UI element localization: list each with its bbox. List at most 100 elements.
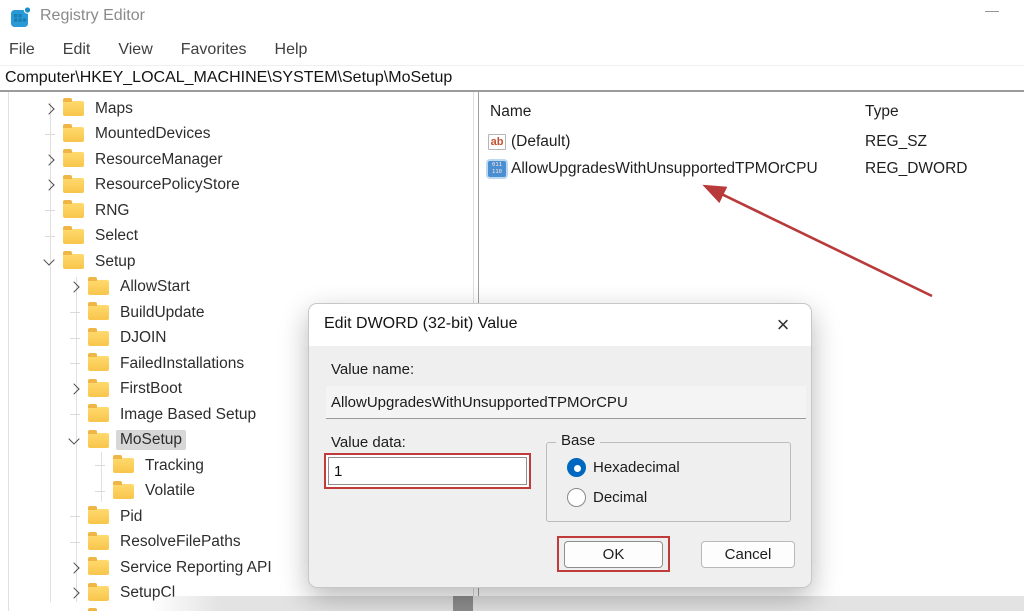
cancel-button[interactable]: Cancel bbox=[701, 541, 795, 568]
close-icon[interactable]: × bbox=[769, 311, 797, 339]
tree-item-maps[interactable]: Maps bbox=[0, 96, 479, 122]
folder-icon bbox=[88, 535, 109, 550]
value-type: REG_SZ bbox=[865, 133, 927, 151]
folder-icon bbox=[63, 229, 84, 244]
tree-connector-line bbox=[45, 210, 55, 211]
tree-item-setup[interactable]: Setup bbox=[0, 249, 479, 275]
folder-icon bbox=[63, 254, 84, 269]
tree-connector-line bbox=[45, 236, 55, 237]
radio-label: Hexadecimal bbox=[593, 459, 680, 476]
tree-item-label[interactable]: RNG bbox=[91, 201, 133, 221]
value-name-label: Value name: bbox=[331, 361, 414, 378]
horizontal-scrollbar[interactable] bbox=[150, 596, 1024, 611]
tree-item-label[interactable]: AllowStart bbox=[116, 277, 194, 297]
radio-hexadecimal-selected[interactable] bbox=[567, 458, 586, 477]
folder-icon bbox=[88, 560, 109, 575]
menu-item-favorites[interactable]: Favorites bbox=[167, 34, 261, 65]
tree-item-label[interactable]: DJOIN bbox=[116, 328, 171, 348]
chevron-right-icon[interactable] bbox=[68, 588, 79, 599]
tree-item-label[interactable]: ResourceManager bbox=[91, 150, 227, 170]
folder-icon bbox=[88, 305, 109, 320]
folder-icon bbox=[88, 433, 109, 448]
chevron-right-icon[interactable] bbox=[68, 282, 79, 293]
value-data-highlight bbox=[324, 453, 531, 489]
dialog-title: Edit DWORD (32-bit) Value bbox=[324, 315, 518, 333]
tree-connector-line bbox=[95, 491, 105, 492]
tree-item-label[interactable]: BuildUpdate bbox=[116, 303, 208, 323]
ok-button-highlight: OK bbox=[557, 536, 670, 572]
string-value-icon: ab bbox=[488, 134, 506, 150]
chevron-down-icon[interactable] bbox=[68, 433, 79, 444]
folder-icon bbox=[63, 101, 84, 116]
chevron-down-icon[interactable] bbox=[43, 255, 54, 266]
base-option-decimal[interactable]: Decimal bbox=[567, 488, 647, 507]
column-header-name[interactable]: Name bbox=[490, 103, 531, 121]
value-data-input[interactable] bbox=[328, 457, 527, 485]
value-name-field: AllowUpgradesWithUnsupportedTPMOrCPU bbox=[326, 386, 806, 419]
folder-icon bbox=[88, 356, 109, 371]
column-header-type[interactable]: Type bbox=[865, 103, 899, 121]
title-bar: Registry Editor — bbox=[0, 0, 1024, 34]
tree-item-label[interactable]: ResolveFilePaths bbox=[116, 532, 245, 552]
tree-item-label[interactable]: Maps bbox=[91, 99, 137, 119]
tree-item-label[interactable]: Pid bbox=[116, 507, 146, 527]
tree-item-allowstart[interactable]: AllowStart bbox=[0, 275, 479, 301]
menu-item-view[interactable]: View bbox=[104, 34, 166, 65]
tree-item-rng[interactable]: RNG bbox=[0, 198, 479, 224]
tree-item-label[interactable]: FailedInstallations bbox=[116, 354, 248, 374]
window-title: Registry Editor bbox=[40, 7, 145, 25]
dialog-title-bar: Edit DWORD (32-bit) Value × bbox=[309, 304, 811, 346]
folder-icon bbox=[63, 127, 84, 142]
menu-item-file[interactable]: File bbox=[0, 34, 49, 65]
tree-item-label[interactable]: MountedDevices bbox=[91, 124, 214, 144]
tree-item-resourcepolicystore[interactable]: ResourcePolicyStore bbox=[0, 173, 479, 199]
tree-item-label[interactable]: ResourcePolicyStore bbox=[91, 175, 244, 195]
tree-connector-line bbox=[70, 414, 80, 415]
folder-icon bbox=[88, 509, 109, 524]
radio-decimal[interactable] bbox=[567, 488, 586, 507]
tree-item-label[interactable]: Tracking bbox=[141, 456, 208, 476]
chevron-right-icon[interactable] bbox=[68, 562, 79, 573]
tree-item-label[interactable]: Service Reporting API bbox=[116, 558, 276, 578]
tree-item-resourcemanager[interactable]: ResourceManager bbox=[0, 147, 479, 173]
minimize-button[interactable]: — bbox=[985, 2, 998, 18]
tree-item-label[interactable]: Image Based Setup bbox=[116, 405, 260, 425]
base-group-label: Base bbox=[556, 432, 600, 449]
tree-item-label[interactable]: MoSetup bbox=[116, 430, 186, 450]
value-type: REG_DWORD bbox=[865, 160, 967, 178]
tree-connector-line bbox=[45, 134, 55, 135]
tree-item-select[interactable]: Select bbox=[0, 224, 479, 250]
chevron-right-icon[interactable] bbox=[43, 103, 54, 114]
ok-button[interactable]: OK bbox=[564, 541, 663, 568]
value-name: AllowUpgradesWithUnsupportedTPMOrCPU bbox=[511, 160, 818, 178]
tree-item-mounteddevices[interactable]: MountedDevices bbox=[0, 122, 479, 148]
values-list: ab(Default)REG_SZ011 110AllowUpgradesWit… bbox=[480, 128, 1024, 182]
chevron-right-icon[interactable] bbox=[68, 384, 79, 395]
menu-item-edit[interactable]: Edit bbox=[49, 34, 105, 65]
tree-item-label[interactable]: Setup bbox=[91, 252, 140, 272]
tree-item-label[interactable]: FirstBoot bbox=[116, 379, 186, 399]
menu-item-help[interactable]: Help bbox=[261, 34, 322, 65]
chevron-right-icon[interactable] bbox=[43, 154, 54, 165]
folder-icon bbox=[63, 152, 84, 167]
registry-editor-window: Registry Editor — FileEditViewFavoritesH… bbox=[0, 0, 1024, 611]
scrollbar-thumb[interactable] bbox=[453, 596, 473, 611]
edit-dword-dialog: Edit DWORD (32-bit) Value × Value name: … bbox=[308, 303, 812, 588]
base-option-hexadecimal[interactable]: Hexadecimal bbox=[567, 458, 680, 477]
tree-item-label[interactable]: Volatile bbox=[141, 481, 199, 501]
values-header: Name Type bbox=[480, 100, 1024, 126]
folder-icon bbox=[88, 407, 109, 422]
tree-item-label[interactable]: Select bbox=[91, 226, 142, 246]
value-data-label: Value data: bbox=[331, 434, 406, 451]
value-row-allowupgradeswithunsupportedtpmorcpu[interactable]: 011 110AllowUpgradesWithUnsupportedTPMOr… bbox=[480, 155, 1024, 182]
folder-icon bbox=[88, 331, 109, 346]
folder-icon bbox=[88, 382, 109, 397]
tree-connector-line bbox=[70, 312, 80, 313]
chevron-right-icon[interactable] bbox=[43, 180, 54, 191]
menu-bar: FileEditViewFavoritesHelp bbox=[0, 34, 1024, 65]
address-bar[interactable]: Computer\HKEY_LOCAL_MACHINE\SYSTEM\Setup… bbox=[0, 65, 1024, 92]
folder-icon bbox=[113, 484, 134, 499]
tree-connector-line bbox=[70, 363, 80, 364]
value-row-default[interactable]: ab(Default)REG_SZ bbox=[480, 128, 1024, 155]
folder-icon bbox=[88, 280, 109, 295]
